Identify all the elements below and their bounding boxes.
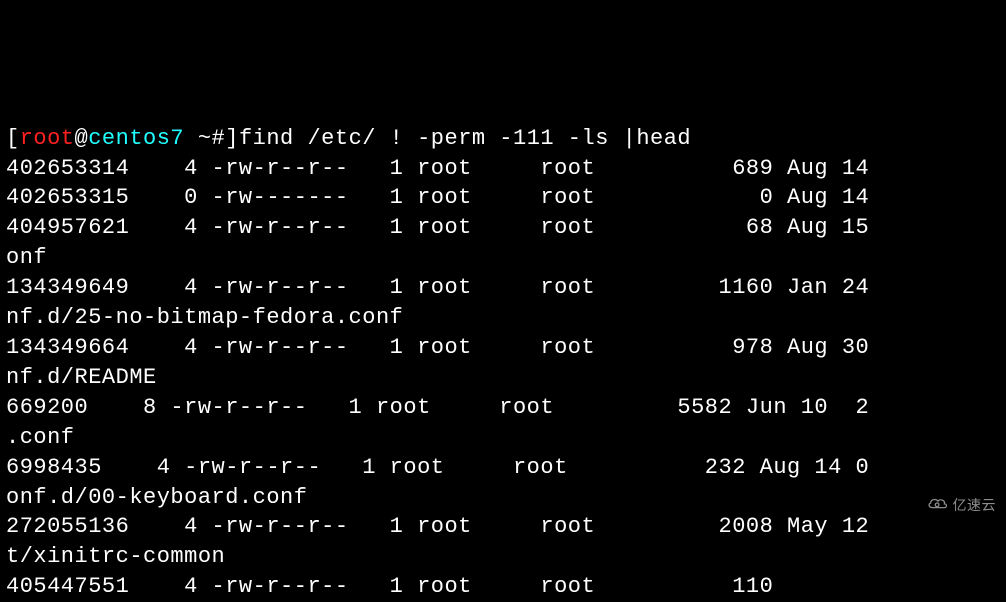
terminal-prompt[interactable]: [root@centos7 ~#]find /etc/ ! -perm -111… (6, 126, 691, 151)
command-text: find /etc/ ! -perm -111 -ls |head (239, 126, 691, 151)
cloud-icon (909, 476, 949, 535)
output-line: nf.d/25-no-bitmap-fedora.conf (6, 305, 403, 330)
output-line: 404957621 4 -rw-r--r-- 1 root root 68 Au… (6, 215, 869, 240)
output-line: .conf (6, 425, 75, 450)
output-line: 402653314 4 -rw-r--r-- 1 root root 689 A… (6, 156, 869, 181)
watermark-text: 亿速云 (953, 496, 997, 515)
prompt-at: @ (75, 126, 89, 151)
output-line: 402653315 0 -rw------- 1 root root 0 Aug… (6, 185, 869, 210)
output-line: onf (6, 245, 47, 270)
watermark: 亿速云 (909, 476, 996, 535)
prompt-user: root (20, 126, 75, 151)
output-line: 134349664 4 -rw-r--r-- 1 root root 978 A… (6, 335, 869, 360)
bracket-close: ] (225, 126, 239, 151)
output-line: onf.d/00-keyboard.conf (6, 485, 307, 510)
output-line: 405447551 4 -rw-r--r-- 1 root root 110 (6, 574, 773, 599)
output-line: 669200 8 -rw-r--r-- 1 root root 5582 Jun… (6, 395, 869, 420)
output-line: t/xinitrc-common (6, 544, 225, 569)
output-line: 6998435 4 -rw-r--r-- 1 root root 232 Aug… (6, 455, 869, 480)
bracket-open: [ (6, 126, 20, 151)
prompt-host: centos7 (88, 126, 184, 151)
output-line: 134349649 4 -rw-r--r-- 1 root root 1160 … (6, 275, 869, 300)
output-line: 272055136 4 -rw-r--r-- 1 root root 2008 … (6, 514, 869, 539)
output-line: nf.d/README (6, 365, 157, 390)
prompt-path: ~# (198, 126, 225, 151)
